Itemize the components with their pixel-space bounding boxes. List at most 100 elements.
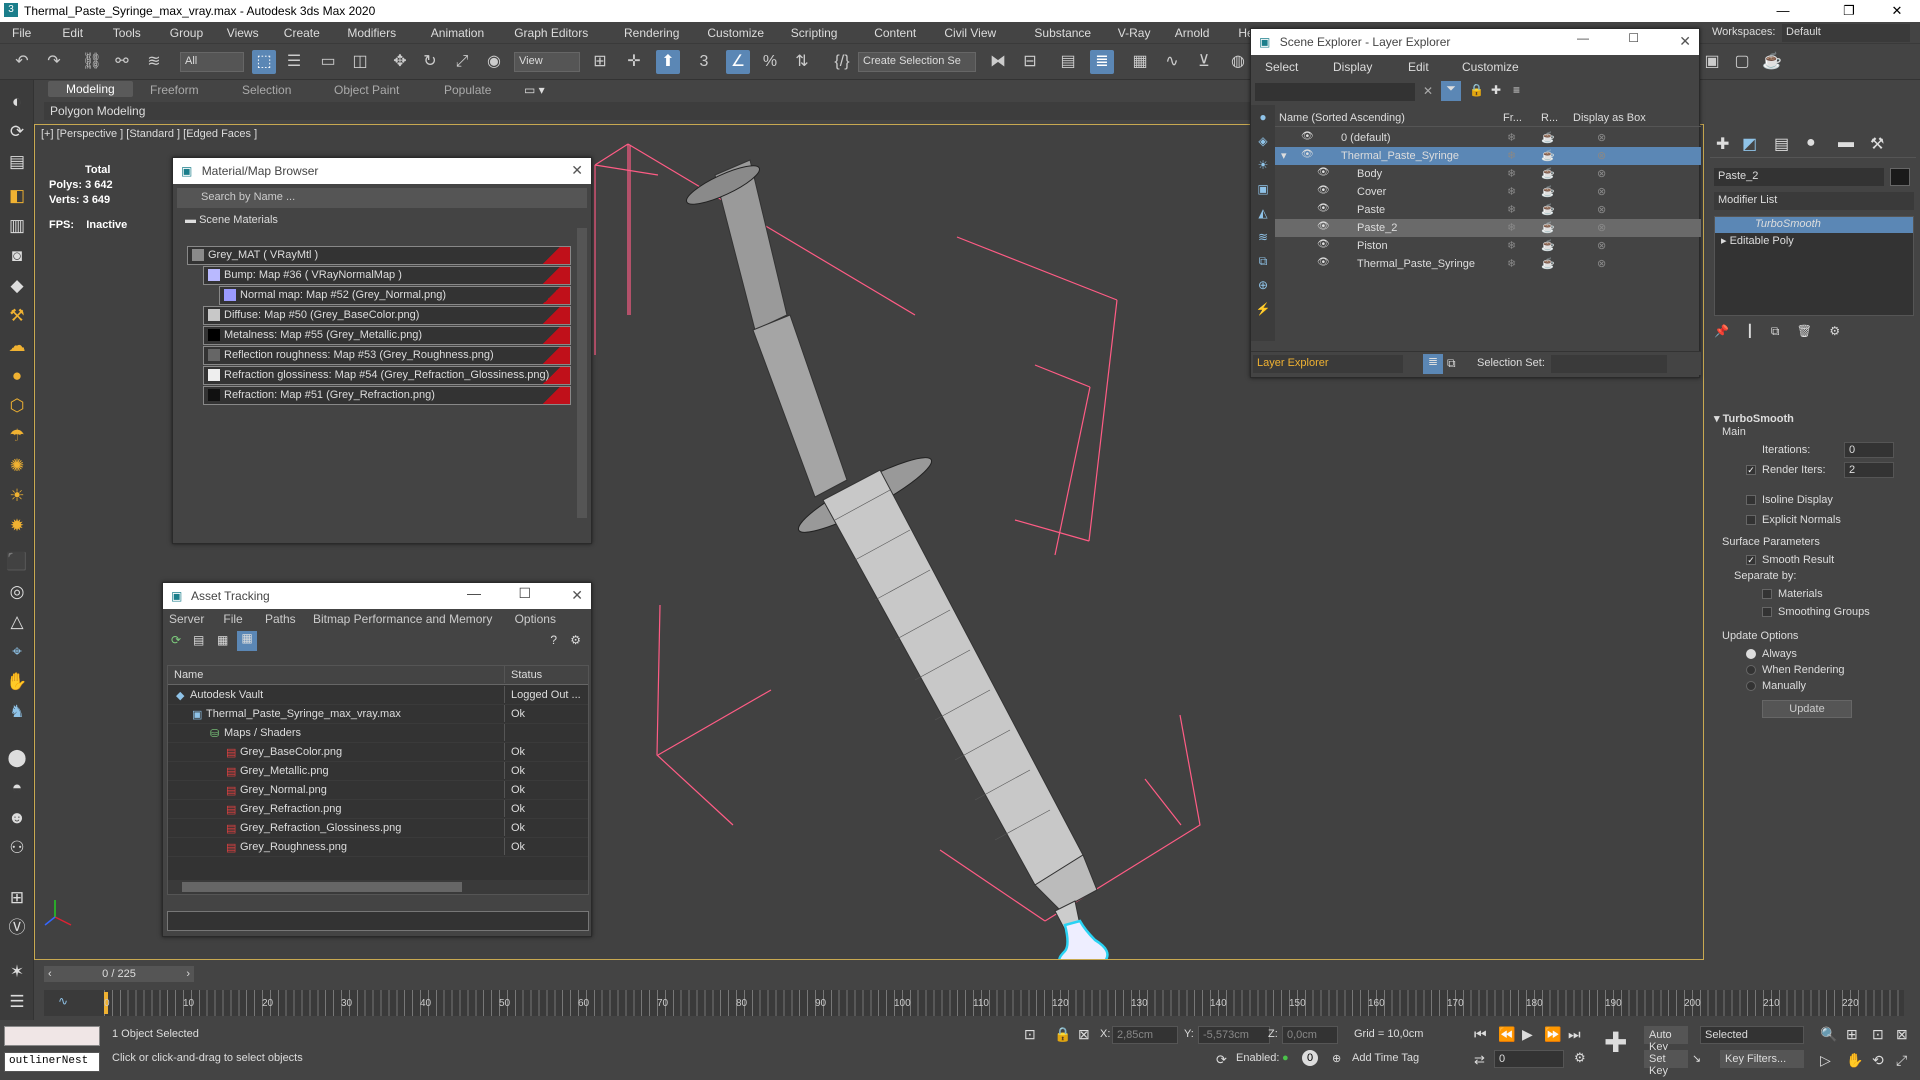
polygon-modeling-label[interactable]: Polygon Modeling bbox=[50, 104, 145, 118]
material-tree-row[interactable]: Metalness: Map #55 (Grey_Metallic.png) bbox=[203, 326, 571, 345]
material-browser-scrollbar[interactable] bbox=[577, 228, 587, 518]
animation-layers-icon[interactable]: ◆ bbox=[5, 274, 29, 298]
rect-selection-icon[interactable]: ▭ bbox=[316, 50, 340, 74]
fov-icon[interactable]: ▷ bbox=[1820, 1052, 1831, 1069]
cylinder-icon[interactable]: ◎ bbox=[5, 580, 29, 604]
display-as-box-icon[interactable]: ⊗ bbox=[1597, 203, 1606, 216]
pin-stack-icon[interactable]: 📌 bbox=[1714, 324, 1729, 338]
explicit-normals-checkbox[interactable] bbox=[1746, 515, 1756, 526]
maxscript-input[interactable]: outlinerNest bbox=[4, 1052, 100, 1072]
object-name-field[interactable]: Paste_2 bbox=[1714, 168, 1884, 186]
renderable-icon[interactable]: ☕ bbox=[1541, 221, 1555, 234]
menu-scripting[interactable]: Scripting bbox=[791, 26, 838, 40]
asset-row[interactable]: ⛁ Maps / Shaders bbox=[168, 724, 588, 743]
asset-hscrollbar[interactable] bbox=[168, 880, 588, 894]
isoline-checkbox[interactable] bbox=[1746, 495, 1756, 506]
rotate-icon[interactable]: ↻ bbox=[418, 50, 442, 74]
object-row[interactable]: 👁 Paste ❄ ☕ ⊗ bbox=[1275, 201, 1701, 219]
filter-icon[interactable]: ⏷ bbox=[1441, 81, 1461, 101]
menu-rendering[interactable]: Rendering bbox=[624, 26, 679, 40]
asset-row[interactable]: ▤ Grey_Roughness.png Ok bbox=[168, 838, 588, 857]
set-key-big-icon[interactable]: ✚ bbox=[1604, 1026, 1627, 1059]
modify-tab-icon[interactable]: ◩ bbox=[1742, 134, 1757, 154]
hierarchy-tab-icon[interactable]: ▤ bbox=[1774, 134, 1789, 154]
material-editor-icon[interactable]: ◍ bbox=[1226, 50, 1250, 74]
layer-row[interactable]: 👁 0 (default) ❄ ☕ ⊗ bbox=[1275, 129, 1701, 147]
selection-lock-icon[interactable]: 🔒 bbox=[1054, 1026, 1071, 1043]
menu-tools[interactable]: Tools bbox=[113, 26, 141, 40]
curve-editor-mini-icon[interactable]: ∿ bbox=[58, 994, 68, 1008]
sidebar-xref-icon[interactable]: ⊕ bbox=[1251, 273, 1275, 297]
undo-icon[interactable]: ↶ bbox=[10, 50, 34, 74]
curve-editor-icon[interactable]: ∿ bbox=[1160, 50, 1184, 74]
workspace-dropdown[interactable]: Default bbox=[1782, 24, 1910, 42]
freeze-icon[interactable]: ❄ bbox=[1507, 239, 1516, 252]
track-bar[interactable]: ∿ 0 10 20 30 40 50 60 70 80 90 100 110 120 130 140 150 1… bbox=[44, 990, 1904, 1016]
link-icon[interactable]: ⛓ bbox=[80, 50, 104, 74]
material-tree-row[interactable]: Normal map: Map #52 (Grey_Normal.png) bbox=[219, 286, 571, 305]
col-display-as-box[interactable]: Display as Box bbox=[1573, 112, 1646, 124]
ribbon-toggle-icon[interactable]: ▦ bbox=[1128, 50, 1152, 74]
zoom-icon[interactable]: 🔍 bbox=[1820, 1026, 1837, 1043]
restore-button[interactable]: ❐ bbox=[1826, 0, 1872, 22]
sphere-white-icon[interactable]: ⬤ bbox=[5, 746, 29, 770]
material-tree-row[interactable]: Reflection roughness: Map #53 (Grey_Roug… bbox=[203, 346, 571, 365]
display-as-box-icon[interactable]: ⊗ bbox=[1597, 239, 1606, 252]
iterations-spinner[interactable]: 0 bbox=[1844, 442, 1894, 458]
material-search-input[interactable]: Search by Name ... bbox=[177, 188, 587, 208]
display-tab-icon[interactable]: ▬ bbox=[1838, 134, 1854, 152]
asset-path-field[interactable] bbox=[167, 911, 589, 931]
renderable-icon[interactable]: ☕ bbox=[1541, 131, 1555, 144]
set-key-button[interactable]: Set Key bbox=[1644, 1050, 1688, 1077]
spinner-snap-icon[interactable]: ⇅ bbox=[790, 50, 814, 74]
snaps-toggle-icon[interactable]: 3 bbox=[692, 50, 716, 74]
layer-row[interactable]: ▾ 👁 Thermal_Paste_Syringe ❄ ☕ ⊗ bbox=[1275, 147, 1701, 165]
lock-icon[interactable]: 🔒 bbox=[1469, 83, 1484, 97]
minimize-icon[interactable]: — bbox=[1577, 31, 1589, 45]
render-iters-spinner[interactable]: 2 bbox=[1844, 462, 1894, 478]
hierarchy-icon[interactable]: ⧉ bbox=[1447, 356, 1456, 371]
render-iters-checkbox[interactable]: ✓ bbox=[1746, 465, 1756, 476]
configure-modifier-sets-icon[interactable]: ⚙ bbox=[1829, 324, 1840, 338]
adaptive-degradation-icon[interactable]: ⟳ bbox=[1216, 1052, 1227, 1068]
sidebar-shape-icon[interactable]: ◈ bbox=[1251, 129, 1275, 153]
viewport-navigation-icon[interactable]: ◐ bbox=[5, 90, 29, 114]
time-slider[interactable]: ‹ 0 / 225 › bbox=[44, 966, 194, 982]
key-filters-button[interactable]: Key Filters... bbox=[1720, 1050, 1804, 1068]
zoom-all-icon[interactable]: ⊞ bbox=[1846, 1026, 1858, 1043]
scene-menu-edit[interactable]: Edit bbox=[1408, 60, 1429, 74]
freeze-icon[interactable]: ❄ bbox=[1507, 149, 1516, 162]
unlink-icon[interactable]: ⚯ bbox=[110, 50, 134, 74]
display-as-box-icon[interactable]: ⊗ bbox=[1597, 167, 1606, 180]
minimize-icon[interactable]: — bbox=[467, 585, 481, 601]
layer-icon[interactable]: ▤ bbox=[5, 150, 29, 174]
asset-menu-options[interactable]: Options bbox=[515, 612, 556, 626]
sphere-icon[interactable]: ● bbox=[5, 364, 29, 388]
add-time-tag[interactable]: Add Time Tag bbox=[1352, 1052, 1419, 1064]
display-as-box-icon[interactable]: ⊗ bbox=[1597, 221, 1606, 234]
col-name-header[interactable]: Name bbox=[174, 669, 203, 681]
maximize-viewport-icon[interactable]: ⤢ bbox=[1896, 1052, 1907, 1069]
z-coordinate-field[interactable]: 0,0cm bbox=[1282, 1026, 1338, 1044]
scene-explorer-titlebar[interactable]: ▣ Scene Explorer - Layer Explorer — ☐ ✕ bbox=[1251, 29, 1699, 55]
next-frame-icon[interactable]: › bbox=[186, 966, 190, 982]
time-config-icon[interactable]: ⚙ bbox=[1574, 1050, 1586, 1066]
asset-menu-bitmap-performance-and-memory[interactable]: Bitmap Performance and Memory bbox=[313, 612, 492, 626]
head-icon[interactable]: ☻ bbox=[5, 806, 29, 830]
list-icon[interactable]: ☰ bbox=[5, 990, 29, 1014]
prev-frame-icon[interactable]: ‹ bbox=[48, 966, 52, 982]
render-production-icon[interactable]: ☕ bbox=[1760, 50, 1784, 74]
scene-search-input[interactable] bbox=[1255, 83, 1415, 101]
lightbulb-icon[interactable]: ✶ bbox=[5, 960, 29, 984]
visibility-eye-icon[interactable]: 👁 bbox=[1317, 167, 1330, 178]
expand-arrow-icon[interactable]: ▾ bbox=[1281, 149, 1287, 162]
explorer-type-dropdown[interactable]: Layer Explorer bbox=[1253, 355, 1403, 373]
detail-view-icon[interactable]: ▦ bbox=[217, 633, 228, 647]
grid-icon[interactable]: ⊞ bbox=[5, 886, 29, 910]
tab-modeling[interactable]: Modeling bbox=[48, 81, 133, 97]
asset-menu-file[interactable]: File bbox=[223, 612, 242, 626]
menu-edit[interactable]: Edit bbox=[62, 26, 83, 40]
display-as-box-icon[interactable]: ⊗ bbox=[1597, 257, 1606, 270]
orbit-view-icon[interactable]: ⟲ bbox=[1872, 1052, 1884, 1069]
visibility-eye-icon[interactable]: 👁 bbox=[1317, 185, 1330, 196]
